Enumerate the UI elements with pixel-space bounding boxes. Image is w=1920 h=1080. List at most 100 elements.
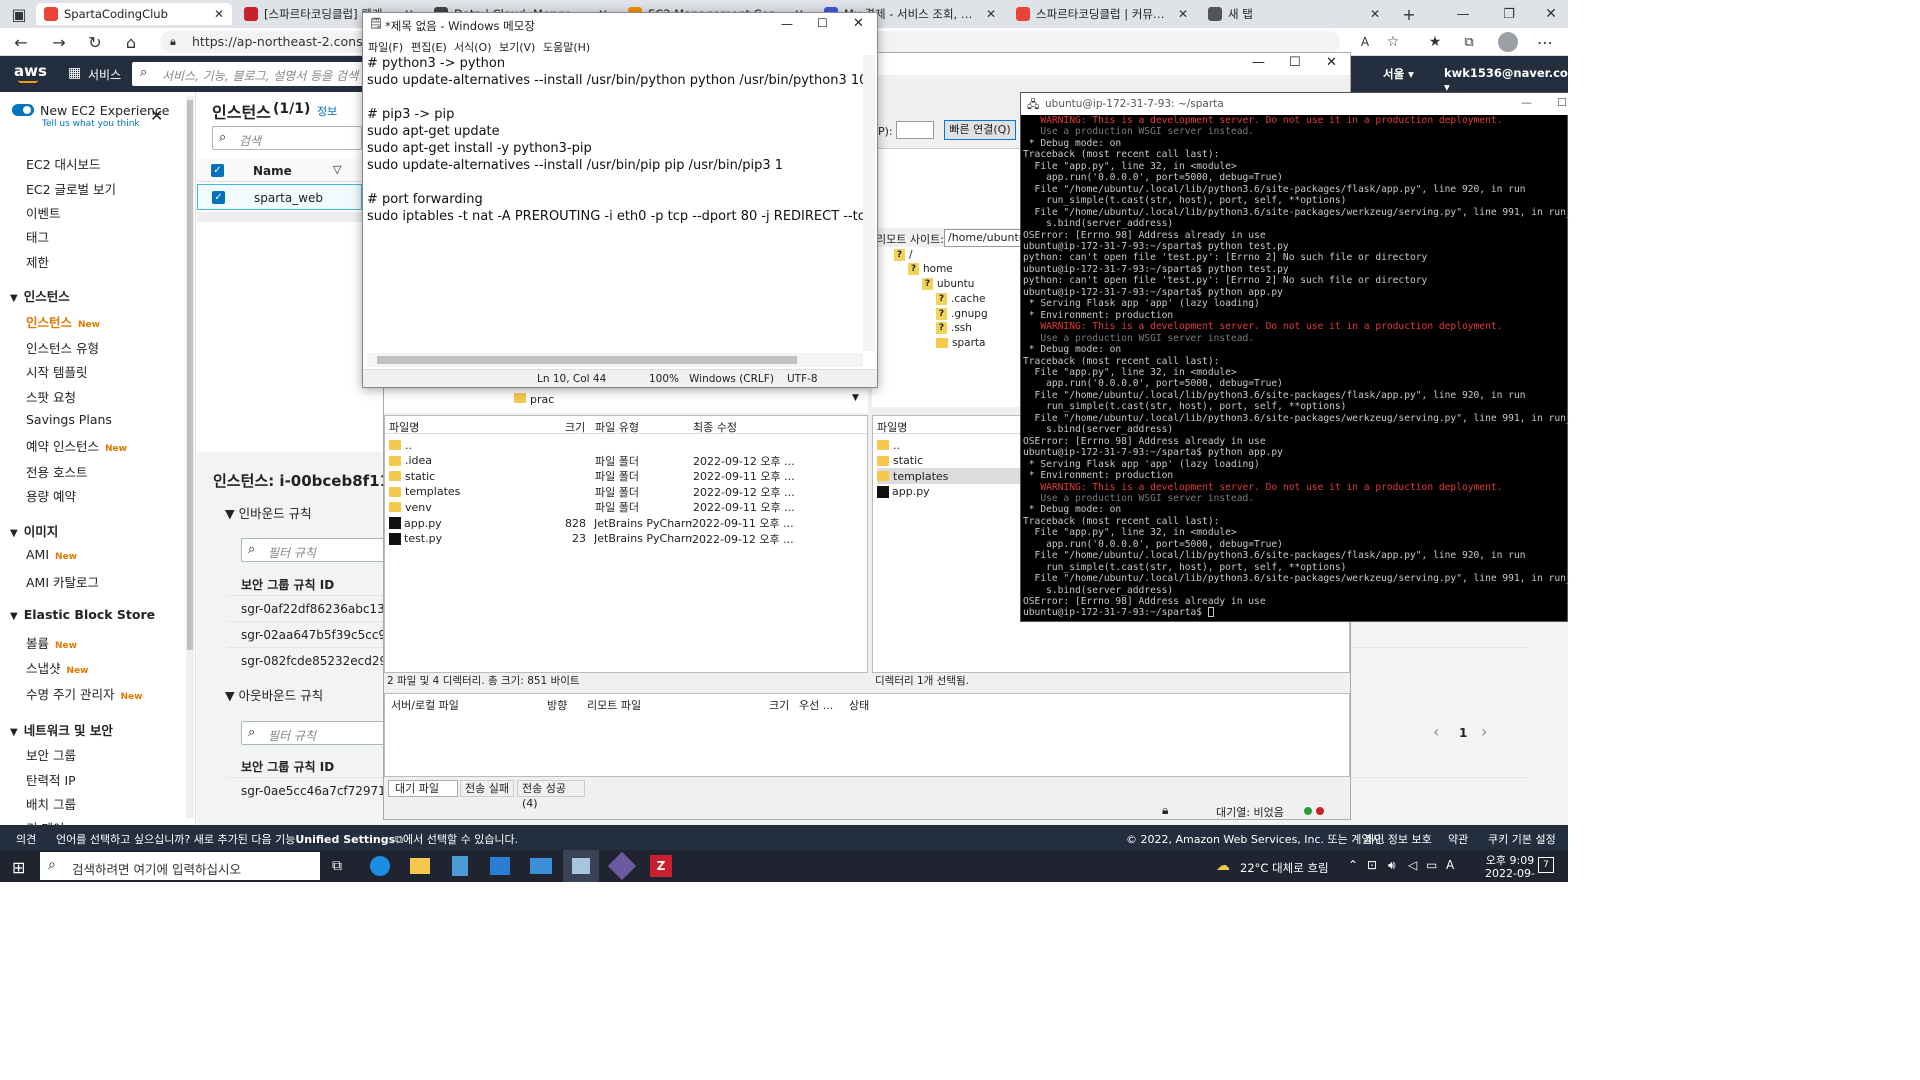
- putty-window[interactable]: 🖧 ubuntu@ip-172-31-7-93: ~/sparta — ☐ WA…: [1020, 92, 1569, 622]
- more-icon[interactable]: ⋯: [1534, 31, 1556, 53]
- aws-search-input[interactable]: ⌕ 서비스, 기능, 블로그, 설명서 등을 검색: [132, 62, 372, 86]
- nav-item[interactable]: 시작 템플릿: [26, 362, 87, 381]
- browser-tab[interactable]: 스파르타코딩클럽 | 커뮤니티 ✕: [1008, 3, 1196, 25]
- nav-section[interactable]: ▼ 이미지: [10, 521, 58, 540]
- nav-item[interactable]: 인스턴스 유형: [26, 338, 99, 357]
- file-row[interactable]: test.py 23 JetBrains PyCharm...2022-09-12 …: [389, 531, 865, 547]
- nav-item[interactable]: 전용 호스트: [26, 462, 87, 481]
- feedback-link[interactable]: 의견: [16, 831, 36, 847]
- feedback-link[interactable]: Tell us what you think: [42, 119, 140, 129]
- nav-item[interactable]: 배치 그룹: [26, 794, 76, 813]
- instance-name[interactable]: sparta_web: [254, 191, 323, 205]
- speaker-icon[interactable]: 🔊︎: [1388, 858, 1396, 873]
- nav-item[interactable]: 태그: [26, 227, 49, 246]
- tab-success[interactable]: 전송 성공 (4): [517, 780, 585, 810]
- nav-item[interactable]: EC2 글로벌 보기: [26, 179, 116, 198]
- quick-connect-button[interactable]: 빠른 연결(Q): [944, 120, 1016, 140]
- menu-edit[interactable]: 편집(E): [411, 39, 447, 55]
- remote-tree-node[interactable]: ? .ssh: [936, 322, 972, 334]
- col-filename[interactable]: 파일명: [389, 419, 419, 435]
- close-icon[interactable]: ✕: [1326, 55, 1337, 70]
- tab-queued[interactable]: 대기 파일: [388, 780, 458, 797]
- profile-avatar[interactable]: [1498, 32, 1518, 52]
- nav-scrollbar[interactable]: [186, 96, 194, 818]
- remote-tree-node[interactable]: ? ubuntu: [922, 278, 974, 290]
- account-menu[interactable]: kwk1536@naver.com ▾: [1444, 66, 1580, 94]
- horizontal-scrollbar[interactable]: [197, 212, 362, 222]
- close-icon[interactable]: ✕: [853, 16, 864, 31]
- next-page-icon[interactable]: ›: [1481, 722, 1487, 741]
- tab-close-icon[interactable]: ✕: [1178, 7, 1188, 21]
- vertical-scrollbar[interactable]: [863, 55, 875, 351]
- minimize-icon[interactable]: —: [1252, 55, 1265, 70]
- network-icon[interactable]: ⊡: [1367, 858, 1377, 872]
- filezilla-task-icon[interactable]: Z: [650, 855, 672, 877]
- windows-start-icon[interactable]: ⊞: [12, 858, 25, 877]
- nav-item[interactable]: AMI 카탈로그: [26, 572, 99, 591]
- nav-item[interactable]: 보안 그룹: [26, 745, 76, 764]
- local-tree-item[interactable]: prac: [514, 393, 554, 406]
- menu-file[interactable]: 파일(F): [368, 39, 403, 55]
- calculator-icon[interactable]: [452, 856, 468, 876]
- remote-tree-node[interactable]: sparta: [936, 337, 985, 349]
- info-link[interactable]: 정보: [317, 103, 337, 119]
- queue-col-status[interactable]: 상태: [849, 697, 869, 713]
- file-row[interactable]: static: [877, 453, 1027, 469]
- forward-icon[interactable]: →: [48, 31, 70, 53]
- row-checkbox[interactable]: ✓: [212, 191, 225, 204]
- store-icon[interactable]: [490, 857, 510, 875]
- notification-badge[interactable]: 7: [1538, 857, 1554, 873]
- nav-item[interactable]: 탄력적 IP: [26, 770, 76, 789]
- horizontal-scrollbar[interactable]: [367, 353, 863, 367]
- taskbar-search-input[interactable]: ⌕ 검색하려면 여기에 입력하십시오: [40, 852, 320, 880]
- maximize-icon[interactable]: ☐: [1289, 55, 1301, 70]
- nav-item[interactable]: 스팟 요청: [26, 387, 76, 406]
- task-view-icon[interactable]: ⧉: [332, 858, 342, 874]
- services-menu[interactable]: 서비스: [88, 66, 121, 83]
- maximize-icon[interactable]: ☐: [1557, 96, 1567, 109]
- tray-up-icon[interactable]: ⌃: [1348, 858, 1358, 872]
- maximize-icon[interactable]: ☐: [817, 16, 828, 30]
- file-row[interactable]: app.py: [877, 484, 1027, 500]
- favorites-bar-icon[interactable]: ★: [1424, 31, 1446, 53]
- reload-icon[interactable]: ↻: [84, 31, 106, 53]
- prev-page-icon[interactable]: ‹: [1433, 722, 1439, 741]
- collections-icon[interactable]: ⧉: [1458, 31, 1480, 53]
- file-row[interactable]: .idea 파일 폴더 2022-09-12 오후 ...: [389, 453, 865, 469]
- clock-time[interactable]: 오후 9:09: [1480, 852, 1540, 868]
- mail-icon[interactable]: [530, 858, 552, 874]
- terms-link[interactable]: 약관: [1448, 831, 1468, 847]
- tab-close-icon[interactable]: ✕: [214, 7, 224, 21]
- nav-item[interactable]: 용량 예약: [26, 486, 76, 505]
- queue-col-size[interactable]: 크기: [769, 697, 789, 713]
- favorite-icon[interactable]: ☆: [1382, 31, 1404, 53]
- col-size[interactable]: 크기: [565, 419, 585, 435]
- home-icon[interactable]: ⌂: [120, 31, 142, 53]
- remote-path-input[interactable]: /home/ubuntu/s: [944, 229, 1022, 247]
- inbound-filter-input[interactable]: ⌕ 필터 규칙: [241, 538, 391, 562]
- page-number[interactable]: 1: [1459, 726, 1467, 740]
- close-icon[interactable]: ✕: [150, 106, 163, 125]
- nav-item[interactable]: 이벤트: [26, 203, 61, 222]
- services-grid-icon[interactable]: ▦: [68, 65, 81, 81]
- nav-item[interactable]: EC2 대시보드: [26, 154, 101, 173]
- clock-date[interactable]: 2022-09-12: [1480, 867, 1540, 893]
- remote-tree-node[interactable]: ? .gnupg: [936, 308, 988, 320]
- scroll-down-icon[interactable]: ▼: [852, 393, 859, 403]
- tab-failed[interactable]: 전송 실패: [460, 780, 514, 797]
- select-all-checkbox[interactable]: ✓: [211, 164, 224, 177]
- menu-format[interactable]: 서식(O): [454, 39, 491, 55]
- edge-icon[interactable]: [370, 856, 390, 876]
- queue-col-file[interactable]: 서버/로컬 파일: [391, 697, 459, 713]
- minimize-icon[interactable]: —: [1452, 3, 1474, 25]
- notepad-editor[interactable]: # python3 -> python sudo update-alternati…: [367, 55, 863, 351]
- unified-settings-link[interactable]: Unified Settings: [295, 833, 395, 846]
- privacy-link[interactable]: 개인 정보 보호: [1364, 831, 1432, 847]
- putty-task-icon[interactable]: [607, 851, 637, 881]
- read-aloud-icon[interactable]: A: [1354, 31, 1376, 53]
- nav-item[interactable]: Savings Plans: [26, 412, 112, 427]
- nav-item[interactable]: 제한: [26, 252, 49, 271]
- nav-item[interactable]: AMI New: [26, 547, 77, 562]
- nav-item[interactable]: 예약 인스턴스 New: [26, 436, 127, 455]
- ime-indicator[interactable]: A: [1446, 858, 1454, 872]
